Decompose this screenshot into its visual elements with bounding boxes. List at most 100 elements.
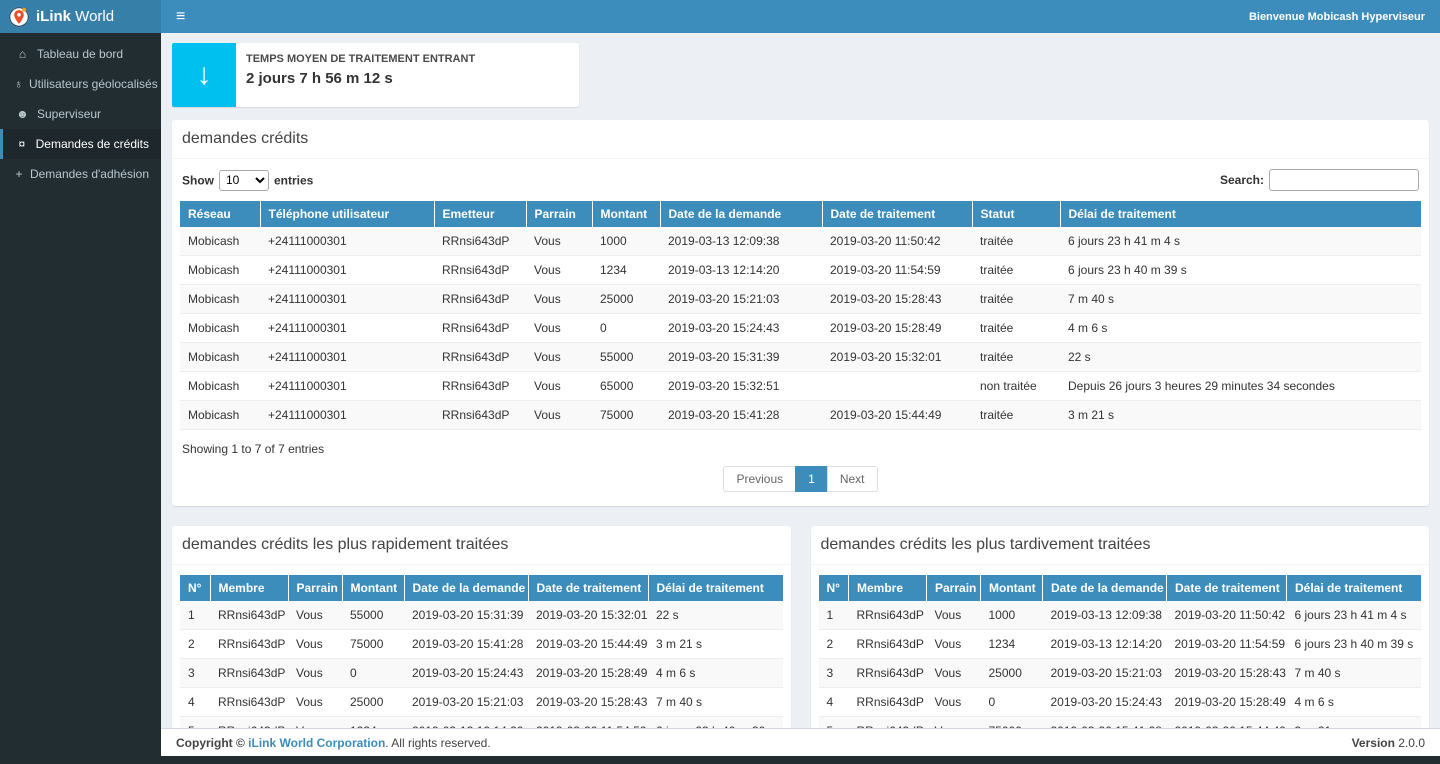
supervisor-icon: ☻ xyxy=(14,107,31,121)
table-cell: +24111000301 xyxy=(260,314,434,343)
column-header[interactable]: Emetteur xyxy=(434,201,526,227)
table-cell: RRnsi643dP xyxy=(849,688,927,717)
table-controls: Show10entries Search: xyxy=(180,169,1421,201)
sidebar-item-supervisor[interactable]: ☻ Superviseur xyxy=(0,99,161,129)
table-head: RéseauTéléphone utilisateurEmetteurParra… xyxy=(180,201,1421,227)
table-cell: 2019-03-20 15:41:28 xyxy=(1043,717,1167,729)
pagination-page-1-button[interactable]: 1 xyxy=(795,466,828,492)
table-cell: 4 m 6 s xyxy=(1060,314,1421,343)
logo-icon xyxy=(8,6,30,28)
table-row: 3RRnsi643dPVous250002019-03-20 15:21:032… xyxy=(819,659,1422,688)
column-header[interactable]: N° xyxy=(819,575,849,601)
table-cell: +24111000301 xyxy=(260,372,434,401)
table-cell: Mobicash xyxy=(180,285,260,314)
table-cell: 3 m 21 s xyxy=(648,630,783,659)
table-cell: 2 xyxy=(180,630,210,659)
table-cell: RRnsi643dP xyxy=(434,401,526,430)
table-row: Mobicash+24111000301RRnsi643dPVous100020… xyxy=(180,227,1421,256)
column-header[interactable]: N° xyxy=(180,575,210,601)
table-cell: Mobicash xyxy=(180,227,260,256)
table-cell: 1 xyxy=(819,601,849,630)
company-link[interactable]: iLink World Corporation xyxy=(248,736,385,750)
column-header[interactable]: Date de la demande xyxy=(660,201,822,227)
app-logo[interactable]: iLink World xyxy=(0,0,161,33)
table-cell: 2019-03-20 15:32:01 xyxy=(822,343,972,372)
sidebar-toggle-icon[interactable]: ≡ xyxy=(176,9,185,25)
table-body: 1RRnsi643dPVous550002019-03-20 15:31:392… xyxy=(180,601,783,728)
content-area: ↓ TEMPS MOYEN DE TRAITEMENT ENTRANT 2 jo… xyxy=(161,33,1440,728)
sidebar: iLink World ⌂ Tableau de bord ♁ Utilisat… xyxy=(0,0,161,764)
table-cell: Vous xyxy=(927,601,981,630)
table-row: 5RRnsi643dPVous12342019-03-13 12:14:2020… xyxy=(180,717,783,729)
table-body: 1RRnsi643dPVous10002019-03-13 12:09:3820… xyxy=(819,601,1422,728)
sidebar-item-membership-requests[interactable]: + Demandes d'adhésion xyxy=(0,159,161,189)
pagination-previous-button[interactable]: Previous xyxy=(723,466,796,492)
column-header[interactable]: Réseau xyxy=(180,201,260,227)
table-cell: Vous xyxy=(288,717,342,729)
table-cell: 55000 xyxy=(342,601,404,630)
arrow-down-icon: ↓ xyxy=(172,43,236,107)
table-cell: Vous xyxy=(927,659,981,688)
infobox-value: 2 jours 7 h 56 m 12 s xyxy=(246,70,475,87)
column-header[interactable]: Date de traitement xyxy=(1167,575,1287,601)
table-cell: 1 xyxy=(180,601,210,630)
table-cell: 6 jours 23 h 41 m 4 s xyxy=(1060,227,1421,256)
table-cell: Depuis 26 jours 3 heures 29 minutes 34 s… xyxy=(1060,372,1421,401)
sidebar-item-credit-requests[interactable]: ¤ Demandes de crédits xyxy=(0,129,161,159)
column-header[interactable]: Date de la demande xyxy=(404,575,528,601)
table-cell: 2019-03-20 11:50:42 xyxy=(1167,601,1287,630)
search-input[interactable] xyxy=(1269,169,1419,191)
infobox-label: TEMPS MOYEN DE TRAITEMENT ENTRANT xyxy=(246,53,475,65)
slowest-processed-panel: demandes crédits les plus tardivement tr… xyxy=(811,526,1430,728)
column-header[interactable]: Délai de traitement xyxy=(1287,575,1422,601)
page-length-select[interactable]: 10 xyxy=(219,170,269,191)
column-header[interactable]: Parrain xyxy=(927,575,981,601)
bottom-panels-row: demandes crédits les plus rapidement tra… xyxy=(172,526,1429,728)
table-cell: 2019-03-20 15:24:43 xyxy=(404,659,528,688)
table-cell: 25000 xyxy=(981,659,1043,688)
table-cell: 2019-03-20 15:28:49 xyxy=(1167,688,1287,717)
table-cell: +24111000301 xyxy=(260,285,434,314)
table-cell: 25000 xyxy=(592,285,660,314)
sidebar-item-geolocated-users[interactable]: ♁ Utilisateurs géolocalisés xyxy=(0,69,161,99)
table-cell: RRnsi643dP xyxy=(434,227,526,256)
table-cell: 75000 xyxy=(592,401,660,430)
column-header[interactable]: Statut xyxy=(972,201,1060,227)
column-header[interactable]: Montant xyxy=(592,201,660,227)
fastest-processed-table: N°MembreParrainMontantDate de la demande… xyxy=(180,575,783,728)
column-header[interactable]: Date de la demande xyxy=(1043,575,1167,601)
column-header[interactable]: Date de traitement xyxy=(822,201,972,227)
table-cell: 2019-03-20 15:21:03 xyxy=(1043,659,1167,688)
column-header[interactable]: Parrain xyxy=(288,575,342,601)
column-header[interactable]: Parrain xyxy=(526,201,592,227)
column-header[interactable]: Montant xyxy=(981,575,1043,601)
table-cell: 75000 xyxy=(981,717,1043,729)
table-cell: 1234 xyxy=(981,630,1043,659)
table-cell: 6 jours 23 h 40 m 39 s xyxy=(1060,256,1421,285)
table-cell: 2019-03-20 15:41:28 xyxy=(660,401,822,430)
table-cell: RRnsi643dP xyxy=(434,314,526,343)
column-header[interactable]: Délai de traitement xyxy=(1060,201,1421,227)
table-body: Mobicash+24111000301RRnsi643dPVous100020… xyxy=(180,227,1421,430)
column-header[interactable]: Téléphone utilisateur xyxy=(260,201,434,227)
sidebar-item-label: Demandes d'adhésion xyxy=(30,167,149,181)
app-title: iLink World xyxy=(36,8,114,25)
sidebar-item-dashboard[interactable]: ⌂ Tableau de bord xyxy=(0,39,161,69)
column-header[interactable]: Membre xyxy=(849,575,927,601)
search-control: Search: xyxy=(1220,169,1419,191)
table-cell: 7 m 40 s xyxy=(1060,285,1421,314)
table-header-row: N°MembreParrainMontantDate de la demande… xyxy=(819,575,1422,601)
column-header[interactable]: Montant xyxy=(342,575,404,601)
table-cell: RRnsi643dP xyxy=(434,256,526,285)
pagination-next-button[interactable]: Next xyxy=(827,466,878,492)
column-header[interactable]: Membre xyxy=(210,575,288,601)
table-cell: 0 xyxy=(592,314,660,343)
table-cell: +24111000301 xyxy=(260,343,434,372)
column-header[interactable]: Date de traitement xyxy=(528,575,648,601)
fastest-processed-panel: demandes crédits les plus rapidement tra… xyxy=(172,526,791,728)
column-header[interactable]: Délai de traitement xyxy=(648,575,783,601)
table-cell: 2019-03-20 11:54:59 xyxy=(822,256,972,285)
table-cell: Vous xyxy=(526,314,592,343)
sidebar-item-label: Tableau de bord xyxy=(37,47,123,61)
main-wrapper: ↓ TEMPS MOYEN DE TRAITEMENT ENTRANT 2 jo… xyxy=(161,33,1440,764)
